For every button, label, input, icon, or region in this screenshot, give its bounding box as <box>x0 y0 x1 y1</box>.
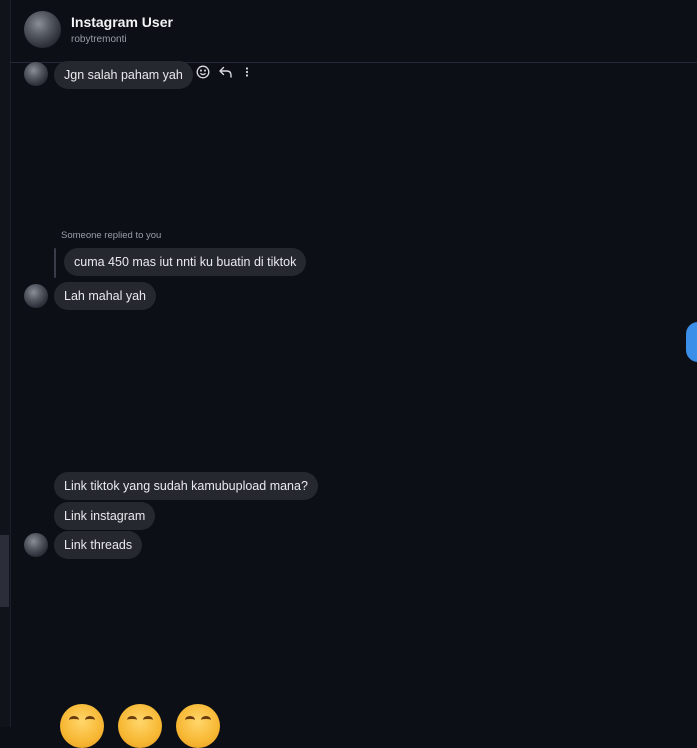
smiling-emoji-icon[interactable] <box>60 704 104 748</box>
contact-avatar[interactable] <box>24 11 61 48</box>
message-bubble[interactable]: Link tiktok yang sudah kamubupload mana? <box>54 472 318 500</box>
reply-label: Someone replied to you <box>61 230 162 241</box>
quoted-message[interactable]: cuma 450 mas iut nnti ku buatin di tikto… <box>64 248 307 276</box>
smile-icon[interactable] <box>195 64 211 80</box>
message-bubble[interactable]: Link instagram <box>54 502 156 530</box>
sender-avatar[interactable] <box>24 533 48 557</box>
reply-icon[interactable] <box>217 64 233 80</box>
message-bubble[interactable]: Jgn salah paham yah <box>54 61 193 89</box>
smiling-emoji-icon[interactable] <box>118 704 162 748</box>
message-actions <box>195 64 255 80</box>
chat-header: Instagram User robytremonti <box>10 0 697 63</box>
left-rail <box>0 0 11 727</box>
contact-username: robytremonti <box>71 34 127 45</box>
sender-avatar[interactable] <box>24 284 48 308</box>
scrollbar-thumb[interactable] <box>0 535 9 607</box>
message-bubble[interactable]: Lah mahal yah <box>54 282 157 310</box>
smiling-emoji-icon[interactable] <box>176 704 220 748</box>
emoji-message-row <box>60 704 220 748</box>
sender-avatar[interactable] <box>24 62 48 86</box>
outgoing-message-bubble[interactable] <box>686 322 697 362</box>
contact-name[interactable]: Instagram User <box>71 14 173 30</box>
more-icon[interactable] <box>239 64 255 80</box>
message-bubble[interactable]: Link threads <box>54 531 143 559</box>
reply-indicator <box>54 248 56 278</box>
